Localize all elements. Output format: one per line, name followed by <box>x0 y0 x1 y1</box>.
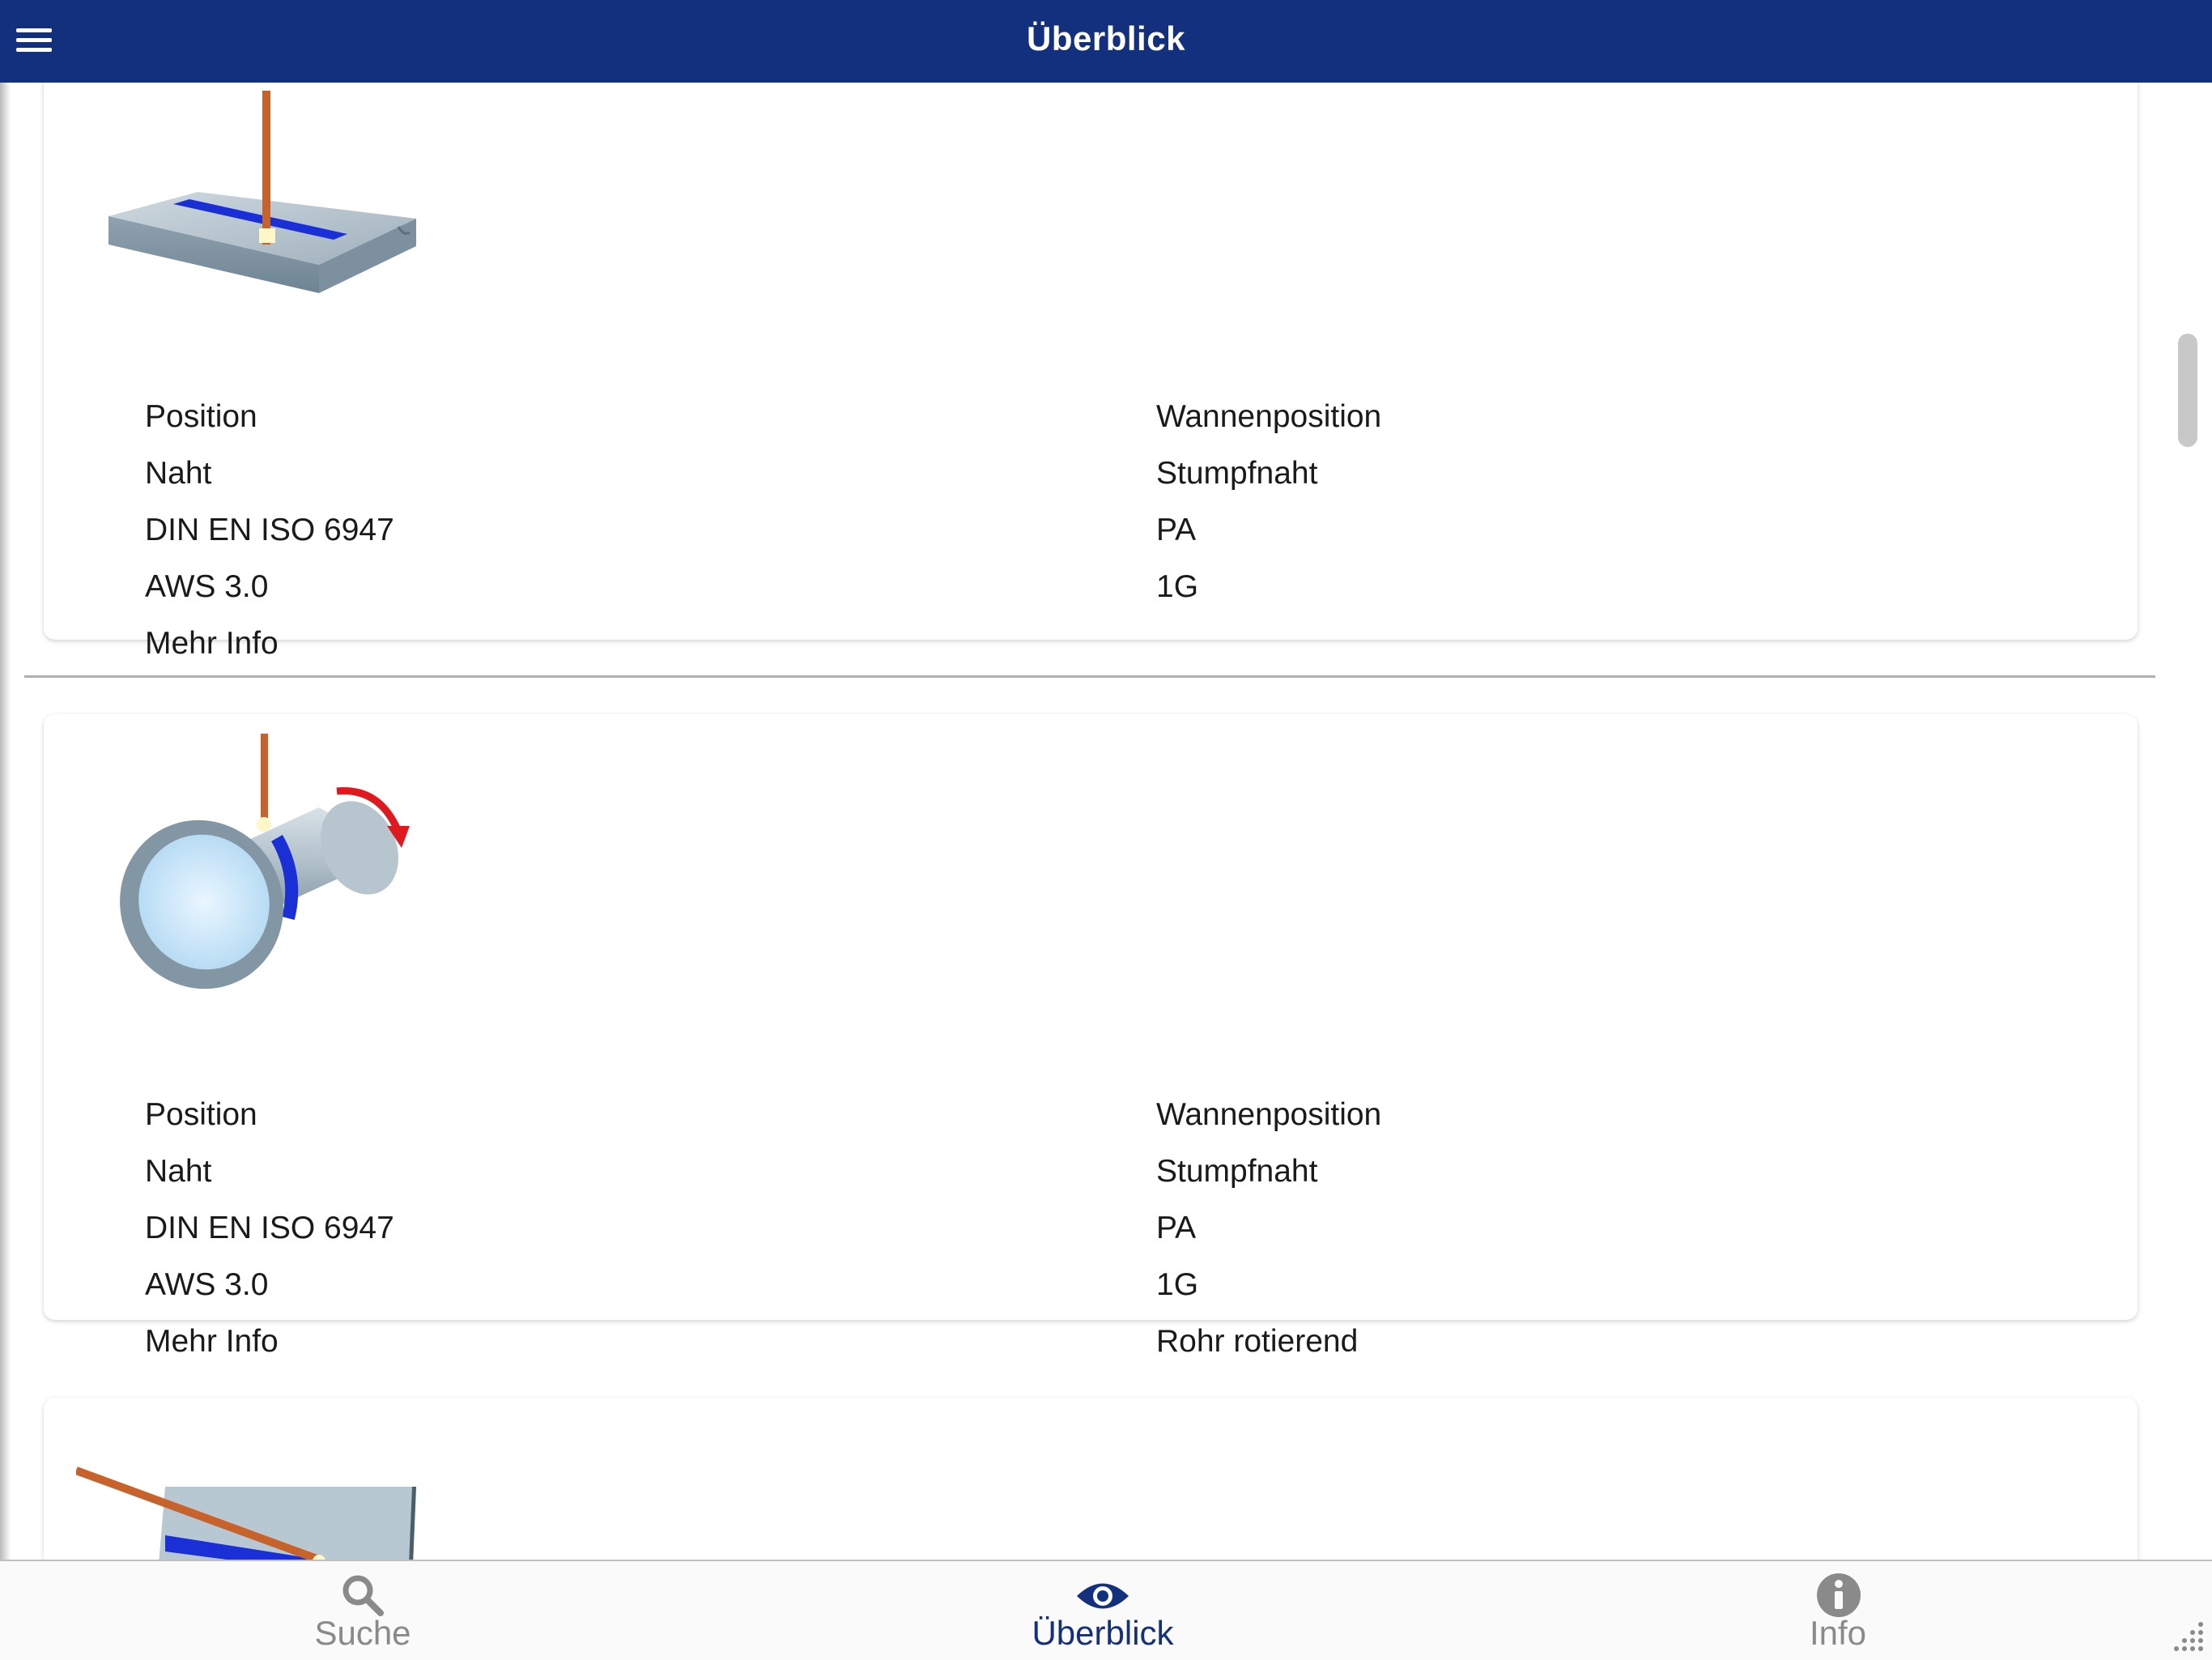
detail-value: 1G <box>1156 1267 1199 1302</box>
detail-row: Mehr Info Rohr rotierend <box>145 1322 1440 1378</box>
detail-row: Naht Stumpfnaht <box>145 453 1440 510</box>
detail-row: Mehr Info <box>145 624 1440 680</box>
tab-suche[interactable]: Suche <box>241 1561 484 1660</box>
eye-icon <box>1077 1583 1129 1609</box>
detail-row: Position Wannenposition <box>145 397 1440 453</box>
fillet-weld-plates-image <box>76 1466 416 1560</box>
weld-position-card[interactable] <box>44 1398 2138 1560</box>
drawer-edge-shadow <box>0 83 11 1560</box>
detail-value: Stumpfnaht <box>1156 456 1318 491</box>
detail-label: AWS 3.0 <box>145 1267 269 1302</box>
detail-value: Wannenposition <box>1156 1097 1382 1132</box>
bottom-tab-bar: Suche Überblick Info <box>0 1560 2212 1660</box>
weld-details: Position Wannenposition Naht Stumpfnaht DI… <box>145 1095 1440 1378</box>
detail-value: PA <box>1156 513 1197 547</box>
detail-value: Wannenposition <box>1156 399 1382 434</box>
detail-value: PA <box>1156 1211 1197 1245</box>
detail-label: DIN EN ISO 6947 <box>145 513 394 547</box>
tab-label: Überblick <box>1032 1614 1174 1652</box>
flat-plate-butt-weld-image <box>108 91 416 293</box>
detail-label: Naht <box>145 1154 212 1189</box>
weld-position-card[interactable]: Position Wannenposition Naht Stumpfnaht DI… <box>44 83 2138 661</box>
weld-position-card[interactable]: Position Wannenposition Naht Stumpfnaht DI… <box>44 714 2138 1359</box>
resize-grip-icon <box>2174 1622 2203 1651</box>
detail-label: Position <box>145 1097 257 1132</box>
page-title: Überblick <box>1027 19 1185 57</box>
tab-info[interactable]: Info <box>1716 1561 1959 1660</box>
detail-row: AWS 3.0 1G <box>145 567 1440 624</box>
content-scroll-area[interactable]: Position Wannenposition Naht Stumpfnaht DI… <box>11 83 2160 1560</box>
vertical-scrollbar[interactable] <box>2178 334 2197 447</box>
detail-row: DIN EN ISO 6947 PA <box>145 1208 1440 1265</box>
more-info-link[interactable]: Mehr Info <box>145 1322 279 1362</box>
detail-value: Rohr rotierend <box>1156 1324 1359 1359</box>
list-divider <box>24 675 2155 678</box>
tab-ueberblick[interactable]: Überblick <box>981 1561 1224 1660</box>
tab-label: Info <box>1809 1614 1867 1652</box>
detail-label: Position <box>145 399 257 434</box>
app-header: Überblick <box>0 0 2212 83</box>
detail-label: AWS 3.0 <box>145 569 269 604</box>
detail-value: 1G <box>1156 569 1199 604</box>
more-info-link[interactable]: Mehr Info <box>145 624 279 664</box>
rotating-pipe-butt-weld-image <box>120 734 410 990</box>
tab-label: Suche <box>314 1614 411 1652</box>
search-icon <box>342 1575 384 1616</box>
info-icon <box>1817 1573 1861 1617</box>
detail-value: Stumpfnaht <box>1156 1154 1318 1189</box>
detail-row: Position Wannenposition <box>145 1095 1440 1151</box>
detail-label: DIN EN ISO 6947 <box>145 1211 394 1245</box>
detail-label: Naht <box>145 456 212 491</box>
detail-row: DIN EN ISO 6947 PA <box>145 510 1440 567</box>
detail-row: Naht Stumpfnaht <box>145 1151 1440 1208</box>
weld-details: Position Wannenposition Naht Stumpfnaht DI… <box>145 397 1440 680</box>
detail-row: AWS 3.0 1G <box>145 1265 1440 1322</box>
